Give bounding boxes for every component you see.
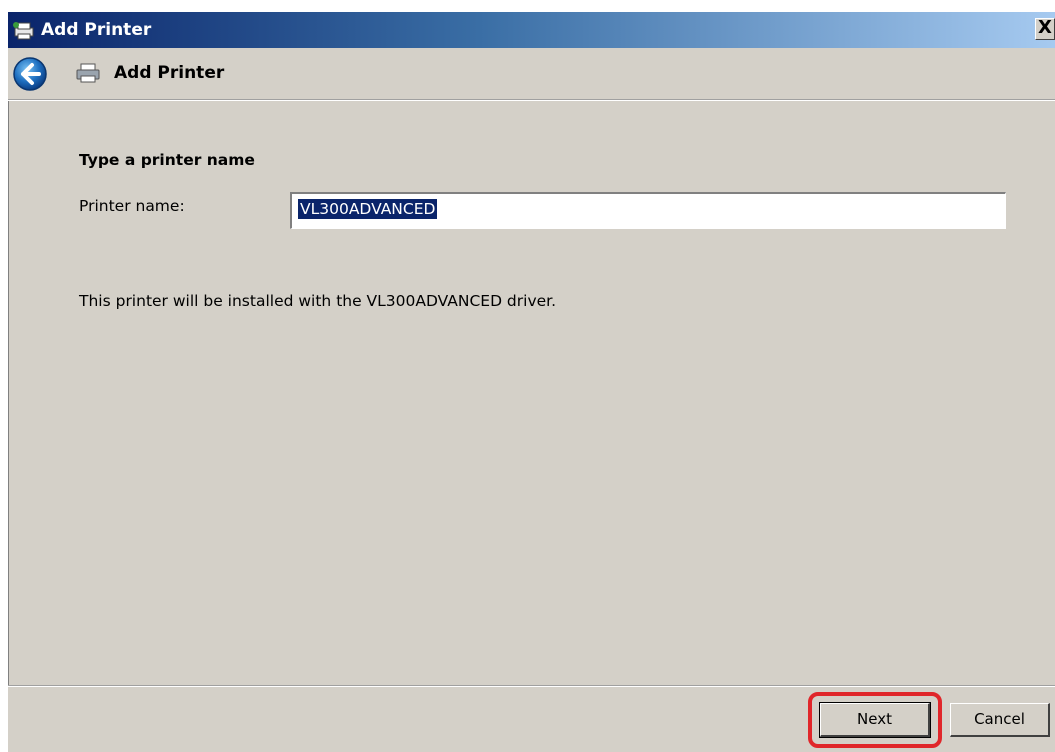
next-button[interactable]: Next [819,702,931,738]
driver-info-text: This printer will be installed with the … [79,292,557,310]
printer-add-icon [12,20,36,40]
printer-name-label: Printer name: [79,197,185,215]
section-heading: Type a printer name [79,151,255,169]
printer-name-value: VL300ADVANCED [298,199,438,219]
title-bar: Add Printer X [8,12,1055,48]
wizard-title: Add Printer [114,63,225,83]
printer-icon [75,62,101,84]
wizard-footer: Next Cancel [8,687,1055,752]
window-title: Add Printer [41,20,152,40]
printer-name-input[interactable]: VL300ADVANCED [290,192,1006,229]
close-icon: X [1038,17,1052,38]
back-arrow-icon[interactable] [12,56,48,92]
wizard-content: Type a printer name Printer name: VL300A… [8,101,1055,685]
close-button[interactable]: X [1035,18,1055,40]
wizard-header: Add Printer [8,48,1055,98]
cancel-button[interactable]: Cancel [950,703,1050,737]
add-printer-dialog: Add Printer X Add Printer Type a printer… [8,12,1055,752]
